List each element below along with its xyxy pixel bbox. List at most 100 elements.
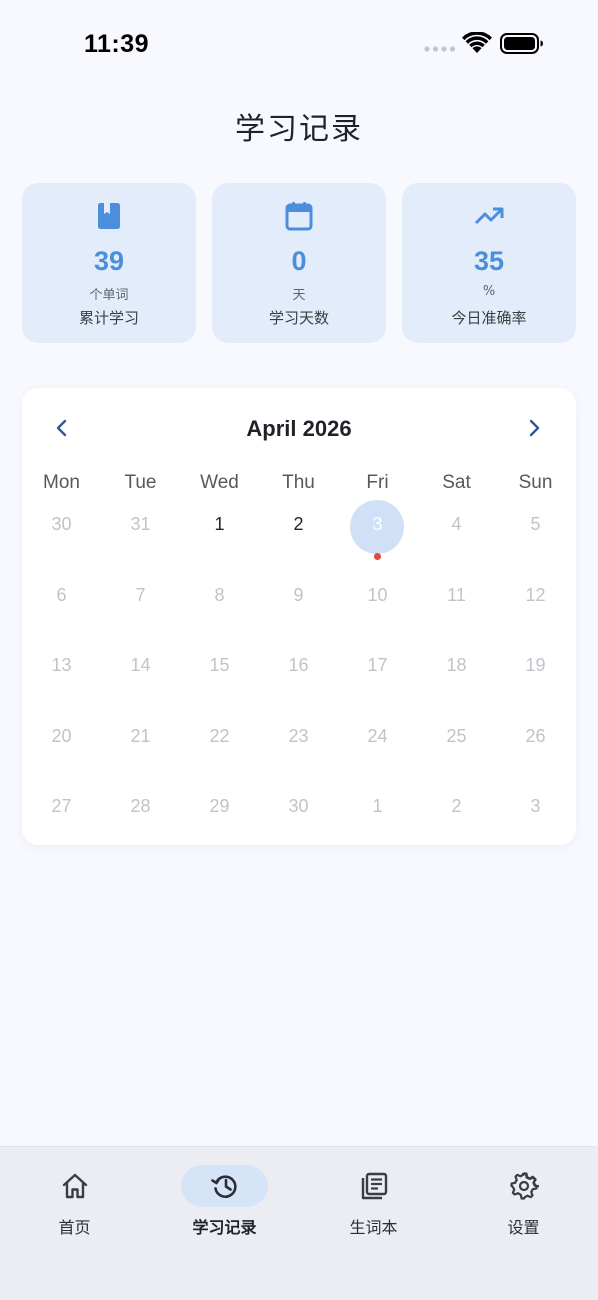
calendar-day-cell[interactable]: 17: [338, 639, 417, 709]
weekday-label: Sun: [518, 472, 553, 493]
calendar-day-number: 5: [530, 514, 541, 534]
calendar-day-number: 10: [367, 584, 388, 605]
calendar-day-cell[interactable]: 2: [259, 498, 338, 568]
calendar-day-cell[interactable]: 19: [496, 639, 575, 709]
nav-tab-home[interactable]: 首页: [0, 1147, 149, 1257]
weekday-label: Wed: [200, 472, 239, 493]
calendar-day-number: 3: [530, 796, 541, 817]
trending-up-icon: [474, 207, 504, 225]
calendar-day-number: 19: [525, 655, 546, 676]
calendar-day-cell[interactable]: 2: [417, 780, 496, 850]
calendar-day-cell[interactable]: 6: [22, 569, 101, 639]
calendar-day-number: 12: [525, 584, 546, 605]
weekday-header-row: Mon Tue Wed Thu Fri Sat Sun: [22, 472, 576, 498]
calendar-day-cell[interactable]: 3: [496, 780, 575, 850]
calendar-day-cell[interactable]: 21: [101, 710, 180, 780]
stat-label: 今日准确率: [451, 309, 527, 327]
calendar-day-cell[interactable]: 15: [180, 639, 259, 709]
calendar-day-number: 24: [367, 725, 388, 746]
calendar-day-number: 29: [209, 796, 230, 817]
status-time: 11:39: [84, 30, 150, 58]
calendar-day-number: 14: [130, 655, 151, 676]
calendar-day-cell[interactable]: 29: [180, 780, 259, 850]
nav-tab-settings[interactable]: 设置: [449, 1147, 598, 1257]
stat-unit: %: [482, 284, 496, 299]
nav-tab-study-record[interactable]: 学习记录: [150, 1147, 299, 1257]
calendar-day-cell[interactable]: 28: [101, 780, 180, 850]
calendar-day-cell[interactable]: 9: [259, 569, 338, 639]
calendar-day-number: 1: [372, 796, 383, 817]
stat-value: 35: [473, 246, 505, 276]
calendar-day-cell[interactable]: 22: [180, 710, 259, 780]
calendar-day-number: 20: [51, 725, 72, 746]
calendar-day-cell[interactable]: 10: [338, 569, 417, 639]
calendar-day-number: 21: [130, 725, 151, 746]
calendar-day-cell[interactable]: 30: [22, 498, 101, 568]
stat-label: 累计学习: [78, 309, 139, 327]
calendar-day-number: 31: [130, 514, 151, 534]
calendar-day-number: 3: [372, 514, 383, 534]
calendar-day-number: 4: [451, 514, 462, 534]
calendar-day-cell[interactable]: 20: [22, 710, 101, 780]
home-icon: [62, 1173, 88, 1199]
calendar-day-cell[interactable]: 13: [22, 639, 101, 709]
calendar-day-cell[interactable]: 26: [496, 710, 575, 780]
weekday-label: Fri: [366, 472, 389, 493]
calendar-day-cell[interactable]: 24: [338, 710, 417, 780]
calendar-day-number: 2: [451, 796, 462, 817]
nav-label: 生词本: [349, 1218, 398, 1237]
calendar-day-number: 17: [367, 655, 388, 676]
calendar-day-number: 15: [209, 655, 230, 676]
study-marker-dot: [374, 553, 381, 560]
calendar-day-cell[interactable]: 12: [496, 569, 575, 639]
calendar-day-number: 22: [209, 725, 230, 746]
weekday-label: Mon: [43, 472, 80, 493]
calendar-day-number: 7: [135, 584, 146, 605]
book-icon: [98, 203, 120, 229]
status-bar: 11:39: [0, 0, 598, 80]
calendar-day-number: 11: [447, 584, 466, 605]
calendar-day-number: 6: [56, 584, 67, 605]
calendar-day-cell[interactable]: 5: [496, 498, 575, 568]
calendar-day-number: 28: [130, 796, 151, 817]
calendar-day-cell[interactable]: 8: [180, 569, 259, 639]
calendar-day-cell[interactable]: 7: [101, 569, 180, 639]
calendar-day-number: 18: [446, 655, 467, 676]
calendar-day-number: 26: [525, 725, 546, 746]
stat-unit: 天: [292, 288, 306, 303]
calendar-day-cell[interactable]: 31: [101, 498, 180, 568]
cellular-signal-icon: [424, 46, 456, 52]
stat-card-total-words: 39 个单词 累计学习: [22, 183, 196, 343]
calendar-day-number: 27: [51, 796, 72, 817]
wordbook-icon: [361, 1172, 388, 1200]
battery-icon: [500, 33, 543, 54]
stat-value: 0: [291, 246, 307, 276]
calendar-day-cell[interactable]: 25: [417, 710, 496, 780]
calendar-day-cell[interactable]: 30: [259, 780, 338, 850]
calendar-month-label: April 2026: [246, 416, 352, 441]
calendar-day-number: 9: [293, 584, 304, 605]
next-month-chevron-icon[interactable]: [522, 416, 546, 440]
calendar-day-cell[interactable]: 16: [259, 639, 338, 709]
study-record-screen: 11:39 学习记录 39 个单词 累计学习 0 天 学习天数 35 % 今日准…: [0, 0, 598, 1300]
calendar-day-cell[interactable]: 1: [338, 780, 417, 850]
calendar-day-cell[interactable]: 11: [417, 569, 496, 639]
calendar-day-cell[interactable]: 23: [259, 710, 338, 780]
nav-label: 设置: [507, 1218, 540, 1237]
history-icon: [211, 1175, 237, 1198]
calendar-day-cell[interactable]: 18: [417, 639, 496, 709]
nav-label: 首页: [58, 1218, 91, 1237]
calendar-day-cell[interactable]: 3: [338, 498, 417, 568]
calendar-day-cell[interactable]: 4: [417, 498, 496, 568]
calendar-day-cell[interactable]: 1: [180, 498, 259, 568]
wifi-icon: [462, 32, 492, 53]
calendar-day-number: 1: [214, 514, 225, 534]
page-title: 学习记录: [235, 112, 363, 147]
calendar-day-number: 30: [51, 514, 72, 534]
calendar-day-cell[interactable]: 27: [22, 780, 101, 850]
calendar-day-number: 2: [293, 514, 304, 534]
calendar-day-cell[interactable]: 14: [101, 639, 180, 709]
nav-tab-wordbook[interactable]: 生词本: [299, 1147, 448, 1257]
weekday-label: Tue: [124, 472, 157, 493]
bottom-navigation-bar: 首页 学习记录 生词本 设置: [0, 1146, 598, 1300]
